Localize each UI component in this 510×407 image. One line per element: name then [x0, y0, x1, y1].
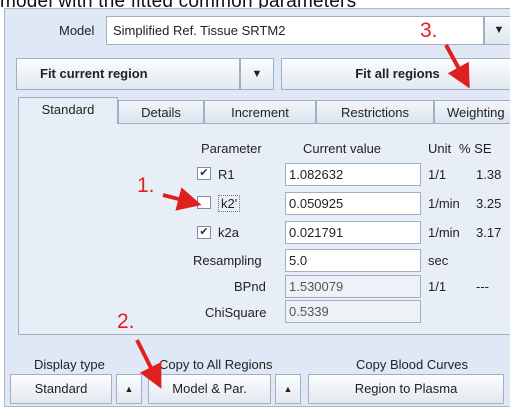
tab-standard[interactable]: Standard	[18, 97, 118, 124]
arrow-1	[162, 187, 202, 211]
arrow-3	[444, 44, 470, 89]
arrow-2	[135, 339, 162, 389]
annotation-arrows	[135, 44, 470, 389]
